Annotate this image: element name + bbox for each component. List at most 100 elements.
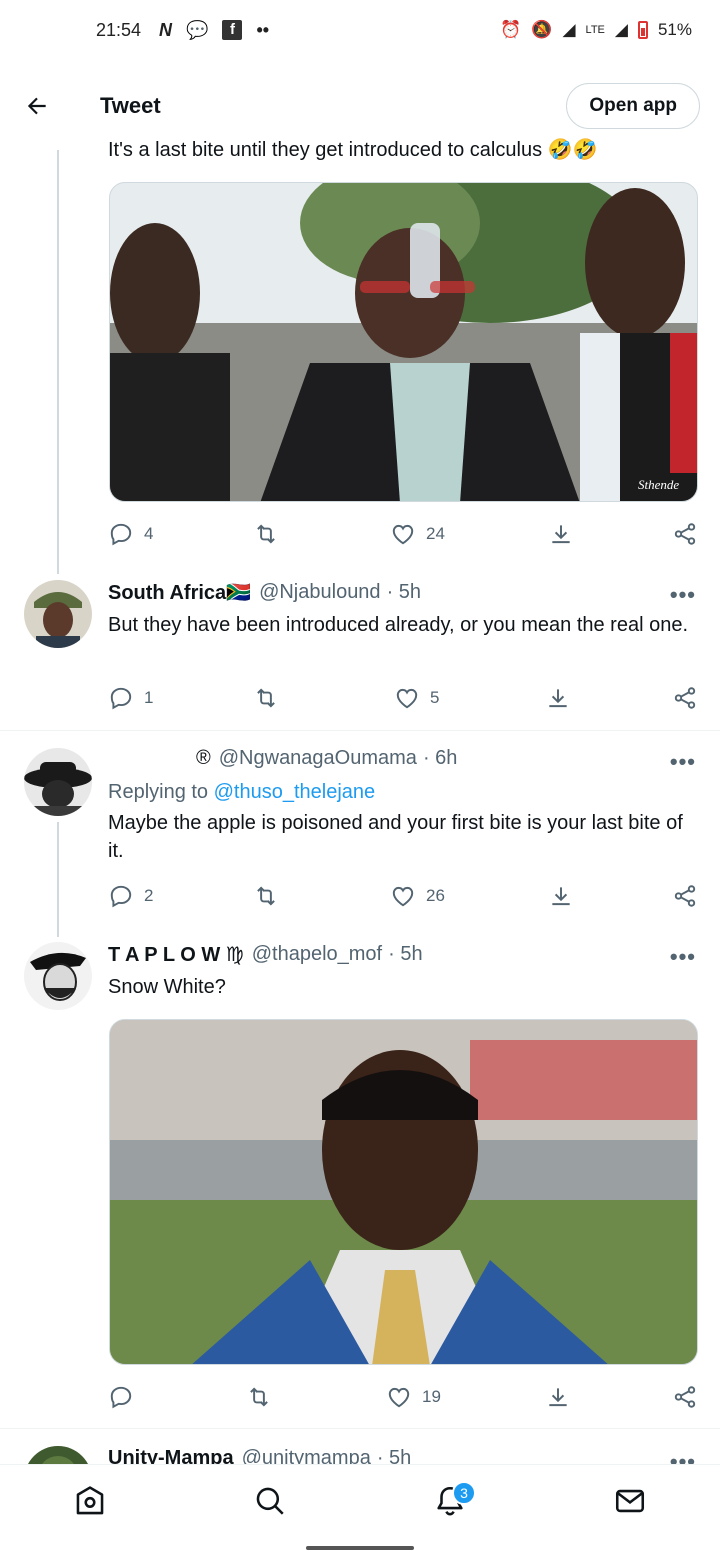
home-icon [76,1485,104,1514]
display-name[interactable]: ® [196,747,211,770]
reply-button[interactable]: 1 [108,685,153,711]
retweet-button[interactable] [253,521,279,547]
nav-messages[interactable] [600,1471,660,1531]
avatar[interactable] [24,942,92,1010]
reply-count: 1 [144,688,154,707]
timestamp[interactable]: · 5h [388,943,422,966]
tweet-image [110,1020,697,1364]
reply-button[interactable]: 4 [108,521,153,547]
avatar-image [24,942,92,1010]
tweet-actions: 1 5 [108,678,702,718]
like-button[interactable]: 26 [390,883,445,909]
display-name[interactable]: South Africa🇿🇦 [108,580,251,605]
like-count: 26 [426,886,445,905]
download-icon [549,689,567,708]
like-count: 19 [422,1387,441,1406]
reply-count: 2 [144,886,154,905]
more-options-icon[interactable]: ••• [670,749,696,775]
display-name[interactable]: T A P L O W ♍ [108,942,244,967]
bookmark-button[interactable] [548,883,574,909]
system-icons: ⏰ 🔕 ◢ LTE ◢ 51% [500,20,692,40]
tweet-meta: ® @NgwanagaOumama · 6h [108,747,457,770]
bookmark-button[interactable] [548,521,574,547]
avatar-image [24,748,92,816]
share-button[interactable] [672,521,698,547]
nav-search[interactable] [240,1471,300,1531]
retweet-button[interactable] [253,883,279,909]
more-options-icon[interactable]: ••• [670,944,696,970]
user-handle[interactable]: @thapelo_mof [252,943,382,966]
notification-badge: 3 [452,1480,476,1505]
like-count: 5 [430,688,440,707]
bookmark-button[interactable] [545,1384,571,1410]
tweet-media[interactable]: Sthende [109,182,698,502]
timestamp[interactable]: · 6h [423,747,457,770]
reply-icon [110,885,132,908]
heart-icon [392,886,414,907]
chat-icon: 💬 [186,19,209,40]
reply-icon [110,1386,132,1409]
user-handle[interactable]: @Njabulound [259,581,381,604]
more-dots-icon: •• [256,19,270,40]
more-options-icon[interactable]: ••• [670,582,696,608]
replying-handle-link[interactable]: @thuso_thelejane [214,781,376,803]
tweet-actions: 2 26 [108,876,702,916]
avatar-image [24,580,92,648]
reply-button[interactable] [108,1384,144,1410]
retweet-button[interactable] [253,685,279,711]
retweet-icon [257,688,275,708]
share-button[interactable] [672,883,698,909]
replying-to: Replying to @thuso_thelejane [108,778,698,806]
status-bar: 21:54 N 💬 f •• ⏰ 🔕 ◢ LTE ◢ 51% [0,0,720,60]
divider [0,1428,720,1429]
battery-icon [637,21,648,39]
avatar[interactable] [24,748,92,816]
share-button[interactable] [672,685,698,711]
battery-percent: 51% [657,20,692,39]
facebook-icon: f [222,20,243,40]
reply-icon [110,523,132,546]
alarm-icon: ⏰ [500,20,522,39]
retweet-button[interactable] [246,1384,272,1410]
page-title: Tweet [100,93,161,118]
user-handle[interactable]: @NgwanagaOumama [219,747,417,770]
timestamp[interactable]: · 5h [387,581,421,604]
header: Tweet Open app [0,76,720,136]
thread-line [57,822,59,937]
heart-icon [388,1387,410,1408]
share-icon [674,687,696,709]
share-icon [674,523,696,545]
tweet-actions: 4 24 [108,514,702,554]
tweet-media[interactable] [109,1019,698,1365]
network-type: LTE [585,24,605,36]
avatar[interactable] [24,580,92,648]
reply-icon [110,687,132,710]
tweet-text: Snow White? [108,976,226,998]
tweet-meta: T A P L O W ♍ @thapelo_mof · 5h [108,942,423,967]
back-button[interactable] [0,76,74,136]
download-icon [552,525,570,544]
signal-icon: ◢ [562,20,576,39]
thread-line [57,150,59,574]
tweet-text: But they have been introduced already, o… [108,614,689,636]
retweet-icon [257,886,275,906]
tweet-image: Sthende [110,183,697,501]
reply-count: 4 [144,524,154,543]
download-icon [549,1388,567,1407]
like-button[interactable]: 24 [390,521,445,547]
like-button[interactable]: 5 [394,685,439,711]
tweet-meta: South Africa🇿🇦 @Njabulound · 5h [108,580,421,605]
signal-icon-2: ◢ [614,20,628,39]
like-button[interactable]: 19 [386,1384,441,1410]
reply-button[interactable]: 2 [108,883,153,909]
share-button[interactable] [672,1384,698,1410]
heart-icon [392,524,414,545]
retweet-icon [250,1387,268,1407]
bookmark-button[interactable] [545,685,571,711]
nav-notifications[interactable]: 3 [420,1471,480,1531]
nav-home[interactable] [60,1471,120,1531]
open-app-button[interactable]: Open app [566,83,700,129]
replying-label: Replying to [108,781,209,803]
back-arrow-icon [27,97,46,115]
home-indicator[interactable] [306,1546,414,1550]
